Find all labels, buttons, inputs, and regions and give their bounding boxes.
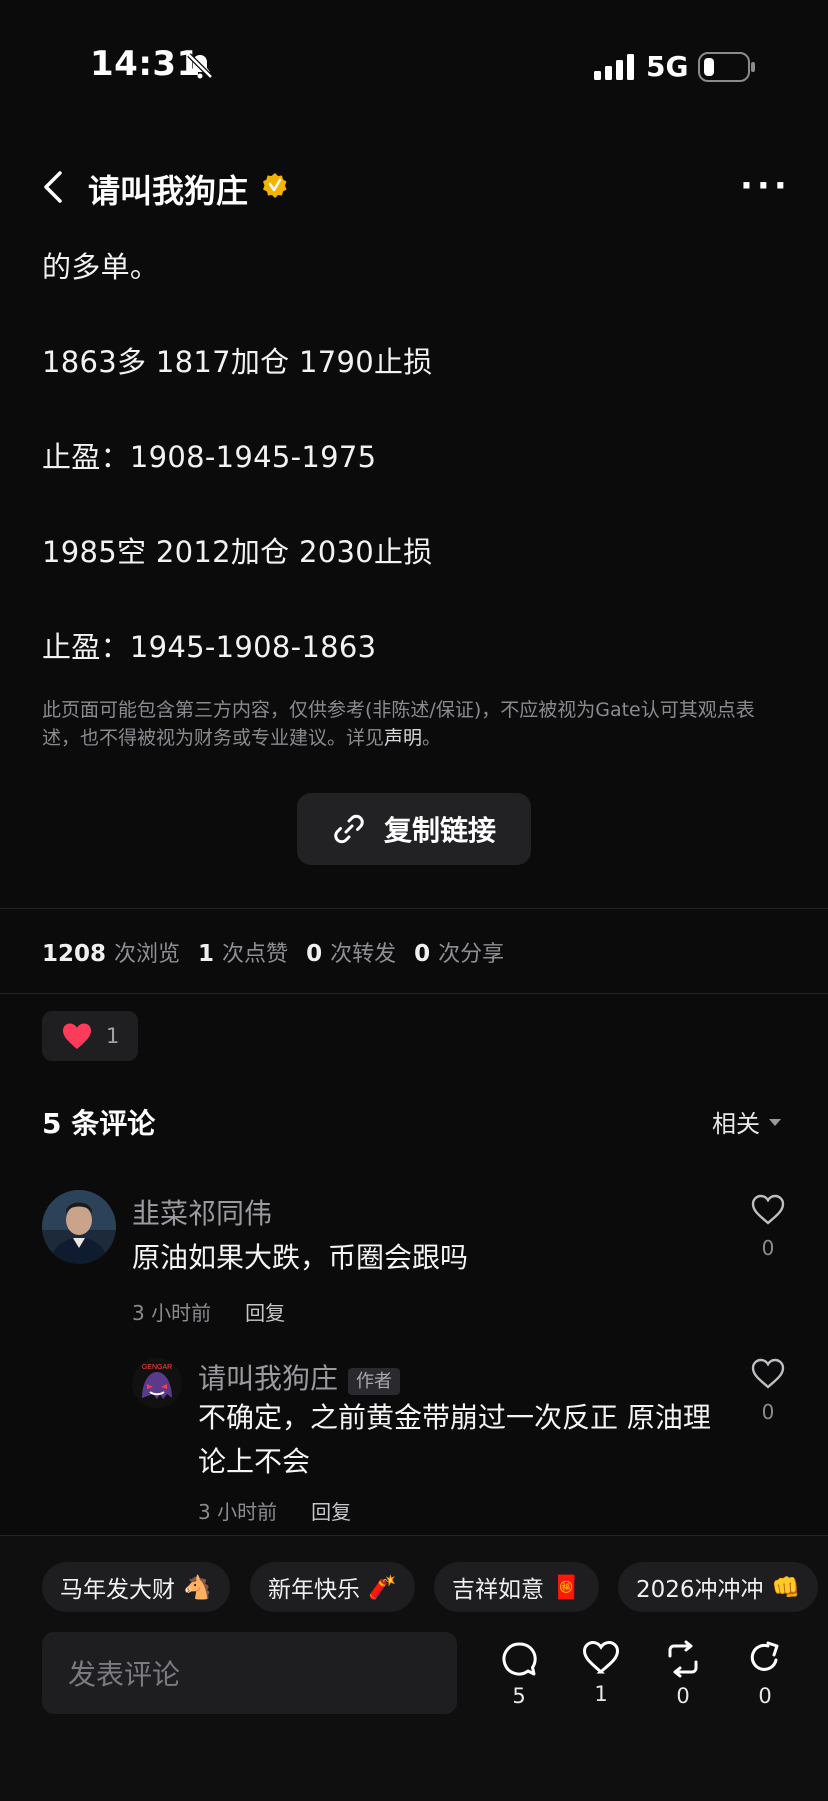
back-chevron-icon[interactable]	[40, 170, 68, 204]
share-icon	[750, 1641, 779, 1671]
status-time: 14:31	[90, 44, 201, 84]
repost-icon	[668, 1640, 698, 1678]
divider	[0, 908, 828, 909]
svg-text:GENGAR: GENGAR	[142, 1364, 172, 1371]
share-action-count: 0	[758, 1684, 772, 1708]
reply-like-button[interactable]: 0	[748, 1358, 788, 1424]
comment-text: 原油如果大跌，币圈会跟吗	[132, 1241, 469, 1274]
comments-count-title: 5 条评论	[42, 1107, 156, 1140]
commenter-name[interactable]: 韭菜祁同伟	[132, 1192, 272, 1232]
comment-input[interactable]: 发表评论	[42, 1632, 457, 1714]
shares-stat: 0 次分享	[414, 941, 505, 967]
comment-meta: 3 小时前 回复	[132, 1297, 285, 1326]
comment-like-button[interactable]: 0	[748, 1194, 788, 1260]
reply-text-line: 论上不会	[198, 1445, 311, 1478]
reply-button[interactable]: 回复	[311, 1496, 351, 1525]
post-line: 止盈：1908-1945-1975	[42, 440, 377, 474]
verified-badge-icon	[263, 173, 287, 198]
repost-action-count: 0	[676, 1684, 690, 1708]
reply-button[interactable]: 回复	[245, 1297, 285, 1326]
like-action-count: 1	[594, 1682, 608, 1706]
reaction-count: 1	[106, 1024, 120, 1048]
quick-comment-chip[interactable]: 2026冲冲冲 👊	[618, 1562, 819, 1612]
fist-emoji-icon: 👊	[771, 1574, 801, 1601]
share-action-button[interactable]: 0	[740, 1640, 790, 1708]
chip-label: 吉祥如意	[452, 1577, 544, 1603]
commenter-avatar[interactable]	[42, 1190, 116, 1264]
quick-comment-chip[interactable]: 马年发大财 🐴	[42, 1562, 230, 1612]
post-line: 止盈：1945-1908-1863	[42, 630, 377, 664]
heart-outline-icon	[751, 1194, 785, 1225]
cellular-signal-icon	[594, 54, 634, 80]
sort-dropdown[interactable]: 相关	[712, 1104, 782, 1139]
author-name-title[interactable]: 请叫我狗庄	[88, 166, 248, 212]
reply-time: 3 小时前	[198, 1500, 278, 1524]
repost-action-button[interactable]: 0	[658, 1640, 708, 1708]
caret-down-icon	[769, 1118, 781, 1126]
horse-emoji-icon: 🐴	[183, 1574, 212, 1601]
more-options-icon[interactable]: ···	[740, 166, 791, 206]
reply-text-line: 不确定，之前黄金带崩过一次反正 原油理	[198, 1401, 711, 1434]
heart-filled-icon	[63, 1023, 91, 1049]
chip-label: 2026冲冲冲	[636, 1577, 764, 1603]
reply-meta: 3 小时前 回复	[198, 1496, 351, 1525]
chip-label: 新年快乐	[268, 1577, 360, 1603]
likes-stat: 1 次点赞	[198, 941, 289, 967]
quick-comment-chip[interactable]: 吉祥如意 🧧	[434, 1562, 599, 1612]
bell-muted-icon	[187, 53, 213, 79]
copy-link-label: 复制链接	[383, 814, 496, 847]
reply-author-name[interactable]: 请叫我狗庄 作者	[198, 1357, 401, 1397]
disclaimer-end: 。	[422, 727, 442, 749]
comment-input-placeholder: 发表评论	[68, 1658, 181, 1691]
post-stats: 1208 次浏览 1 次点赞 0 次转发 0 次分享	[42, 936, 504, 968]
reply-author-name-text: 请叫我狗庄	[198, 1362, 339, 1395]
network-type: 5G	[646, 50, 689, 83]
link-icon	[334, 814, 364, 844]
comment-bubble-icon	[502, 1642, 537, 1676]
divider	[0, 993, 828, 994]
sort-label: 相关	[712, 1110, 760, 1138]
like-action-button[interactable]: 1	[576, 1640, 626, 1706]
statement-link[interactable]: 声明	[384, 727, 422, 749]
copy-link-button[interactable]: 复制链接	[297, 793, 531, 865]
disclaimer: 此页面可能包含第三方内容，仅供参考(非陈述/保证)，不应被视为Gate认可其观点…	[42, 696, 792, 752]
chip-label: 马年发大财	[60, 1577, 175, 1603]
comment-like-count: 0	[761, 1236, 775, 1260]
heart-reaction-button[interactable]: 1	[42, 1011, 138, 1061]
comments-action-count: 5	[512, 1684, 526, 1708]
reply-like-count: 0	[761, 1400, 775, 1424]
reposts-stat: 0 次转发	[306, 941, 397, 967]
firecracker-emoji-icon: 🧨	[368, 1574, 397, 1601]
views-stat: 1208 次浏览	[42, 941, 181, 967]
author-tag: 作者	[348, 1368, 401, 1395]
post-line: 的多单。	[42, 250, 160, 284]
quick-comment-chip[interactable]: 新年快乐 🧨	[250, 1562, 415, 1612]
heart-outline-icon	[751, 1358, 785, 1389]
author-avatar[interactable]: GENGAR	[132, 1358, 182, 1408]
battery-icon	[698, 52, 755, 82]
heart-outline-icon	[582, 1640, 620, 1674]
comment-time: 3 小时前	[132, 1301, 212, 1325]
post-line: 1863多 1817加仓 1790止损	[42, 345, 433, 379]
red-envelope-emoji-icon: 🧧	[552, 1574, 581, 1601]
comments-action-button[interactable]: 5	[494, 1640, 544, 1708]
post-line: 1985空 2012加仓 2030止损	[42, 535, 433, 569]
